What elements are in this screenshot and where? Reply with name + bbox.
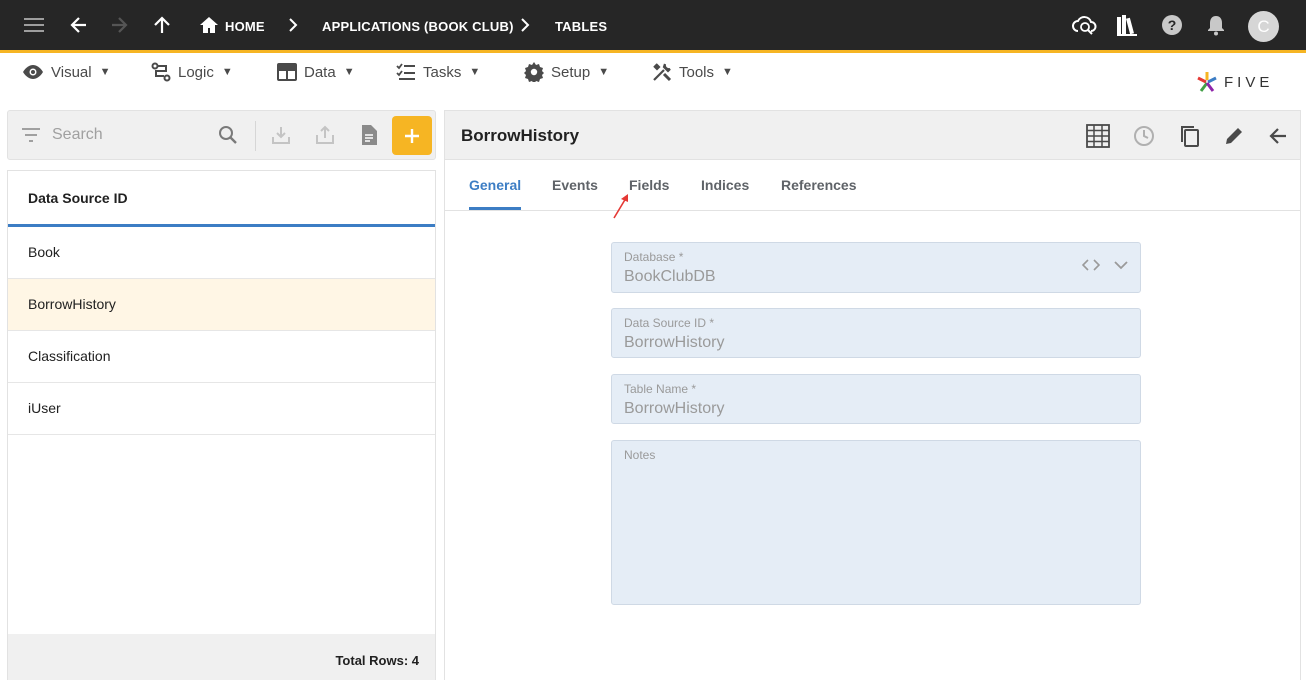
- annotation-arrow: [613, 194, 628, 219]
- hamburger-menu-icon[interactable]: [22, 12, 48, 38]
- menu-visual[interactable]: Visual ▼: [22, 62, 110, 82]
- svg-text:?: ?: [1168, 17, 1177, 33]
- add-record-button[interactable]: [392, 116, 432, 155]
- forward-arrow-icon[interactable]: [106, 12, 132, 38]
- dropdown-caret-icon: ▼: [343, 66, 355, 78]
- column-header[interactable]: Data Source ID: [8, 171, 435, 227]
- tab-indices[interactable]: Indices: [701, 177, 749, 193]
- tab-events[interactable]: Events: [552, 177, 598, 193]
- dropdown-caret-icon: ▼: [722, 66, 733, 78]
- menu-tasks[interactable]: Tasks ▼: [396, 62, 480, 82]
- menu-visual-label: Visual: [51, 63, 92, 81]
- list-row-label: iUser: [28, 400, 61, 416]
- toolbar-divider: [255, 121, 256, 151]
- plus-icon: [405, 128, 419, 143]
- breadcrumb-tables[interactable]: TABLES: [555, 19, 607, 34]
- detail-title: BorrowHistory: [461, 126, 580, 145]
- detail-header: BorrowHistory: [445, 111, 1300, 160]
- back-arrow-icon[interactable]: [1265, 123, 1291, 149]
- filter-icon[interactable]: [19, 123, 43, 147]
- eye-icon: [23, 65, 43, 79]
- list-row-classification[interactable]: Classification: [8, 331, 435, 383]
- menu-logic-label: Logic: [178, 63, 214, 81]
- column-header-label: Data Source ID: [28, 190, 128, 206]
- edit-pencil-icon[interactable]: [1221, 123, 1247, 149]
- menu-tools[interactable]: Tools ▼: [652, 62, 733, 82]
- history-clock-icon[interactable]: [1131, 123, 1157, 149]
- five-logo-icon: [1197, 72, 1217, 92]
- library-books-icon[interactable]: [1114, 12, 1140, 38]
- tools-icon: [653, 63, 672, 82]
- back-arrow-icon[interactable]: [66, 12, 92, 38]
- list-row-book[interactable]: Book: [8, 227, 435, 279]
- menu-setup[interactable]: Setup ▼: [524, 62, 609, 82]
- database-value: BookClubDB: [624, 268, 716, 285]
- data-source-id-field[interactable]: Data Source ID * BorrowHistory: [611, 308, 1141, 358]
- search-input[interactable]: Search: [52, 126, 103, 144]
- menu-tools-label: Tools: [679, 63, 715, 81]
- document-icon[interactable]: [357, 123, 381, 147]
- grid-view-icon[interactable]: [1085, 123, 1111, 149]
- up-arrow-icon[interactable]: [149, 12, 175, 38]
- list-footer: Total Rows: 4: [8, 634, 435, 680]
- menu-tasks-label: Tasks: [423, 63, 462, 81]
- chevron-down-icon[interactable]: [1114, 260, 1128, 270]
- logo-text: FIVE: [1224, 73, 1274, 91]
- database-field-icons: [1082, 259, 1128, 271]
- list-row-iuser[interactable]: iUser: [8, 383, 435, 435]
- menu-logic[interactable]: Logic ▼: [151, 62, 233, 82]
- chevron-right-icon: [512, 12, 538, 38]
- table-name-label: Table Name *: [624, 382, 697, 396]
- list-row-borrowhistory[interactable]: BorrowHistory: [8, 279, 435, 331]
- list-toolbar: Search: [7, 110, 436, 160]
- breadcrumb-applications[interactable]: APPLICATIONS (BOOK CLUB): [322, 19, 514, 34]
- detail-tabs: General Events Fields Indices References: [445, 161, 1300, 211]
- menu-data[interactable]: Data ▼: [277, 62, 355, 82]
- help-icon[interactable]: ?: [1159, 12, 1185, 38]
- breadcrumb-home[interactable]: HOME: [225, 19, 265, 34]
- menu-setup-label: Setup: [551, 63, 591, 81]
- dropdown-caret-icon: ▼: [469, 66, 481, 78]
- tasks-icon: [396, 63, 415, 80]
- export-icon[interactable]: [313, 123, 337, 147]
- tab-fields[interactable]: Fields: [629, 177, 669, 193]
- table-name-value: BorrowHistory: [624, 400, 725, 417]
- user-avatar[interactable]: C: [1248, 11, 1279, 42]
- gear-icon: [524, 62, 544, 82]
- active-tab-indicator: [469, 207, 521, 210]
- notifications-bell-icon[interactable]: [1203, 12, 1229, 38]
- home-icon[interactable]: [196, 12, 222, 38]
- list-row-label: Classification: [28, 348, 111, 364]
- detail-panel: BorrowHistory General Events Fields Indi…: [444, 110, 1301, 680]
- table-name-field[interactable]: Table Name * BorrowHistory: [611, 374, 1141, 424]
- chevron-right-icon: [280, 12, 306, 38]
- dropdown-caret-icon: ▼: [221, 66, 233, 78]
- dropdown-caret-icon: ▼: [99, 66, 111, 78]
- five-logo: FIVE: [1196, 70, 1273, 94]
- top-app-bar: HOME APPLICATIONS (BOOK CLUB) TABLES ? C: [0, 0, 1306, 53]
- database-select[interactable]: Database * BookClubDB: [611, 242, 1141, 293]
- tab-general[interactable]: General: [469, 177, 521, 193]
- data-source-id-value: BorrowHistory: [624, 334, 725, 351]
- cloud-deploy-icon[interactable]: [1071, 12, 1097, 38]
- logic-icon: [151, 62, 171, 82]
- code-brackets-icon[interactable]: [1082, 259, 1100, 271]
- data-source-id-label: Data Source ID *: [624, 316, 715, 330]
- menu-data-label: Data: [304, 63, 336, 81]
- notes-field[interactable]: Notes: [611, 440, 1141, 605]
- dropdown-caret-icon: ▼: [598, 66, 610, 78]
- table-icon: [277, 63, 297, 81]
- list-row-label: BorrowHistory: [28, 296, 116, 312]
- main-menu-bar: Visual ▼ Logic ▼ Data ▼ Tasks ▼ Setup ▼ …: [0, 56, 1306, 92]
- search-icon[interactable]: [216, 123, 240, 147]
- copy-icon[interactable]: [1177, 123, 1203, 149]
- import-icon[interactable]: [269, 123, 293, 147]
- tab-references[interactable]: References: [781, 177, 857, 193]
- notes-label: Notes: [624, 448, 656, 462]
- data-source-list: Data Source ID Book BorrowHistory Classi…: [7, 170, 436, 680]
- total-rows-label: Total Rows: 4: [335, 653, 419, 668]
- list-row-label: Book: [28, 244, 60, 260]
- database-label: Database *: [624, 250, 684, 264]
